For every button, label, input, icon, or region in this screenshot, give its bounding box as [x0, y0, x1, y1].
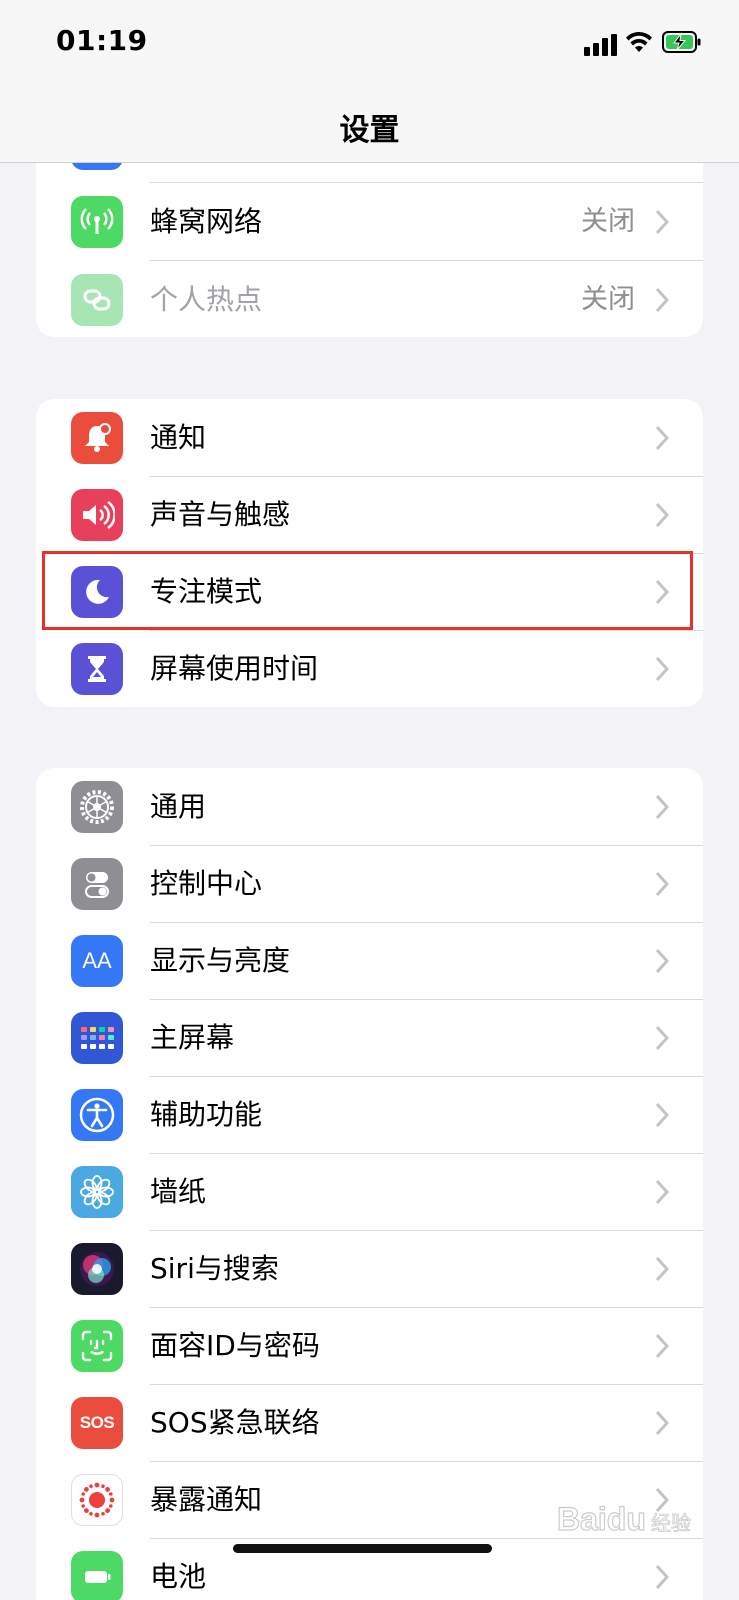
- flower-icon: [71, 1166, 123, 1218]
- chevron-right-icon: [655, 871, 669, 897]
- settings-row-hotspot[interactable]: 个人热点 关闭: [36, 261, 703, 337]
- settings-row-wallpaper[interactable]: 墙纸: [36, 1153, 703, 1231]
- chevron-right-icon: [655, 656, 669, 682]
- bell-icon: [71, 412, 123, 464]
- gear-icon: [71, 781, 123, 833]
- siri-icon: [71, 1243, 123, 1295]
- settings-row-screen-time[interactable]: 屏幕使用时间: [36, 630, 703, 707]
- sos-icon: SOS: [71, 1397, 123, 1449]
- svg-text:Baidu: Baidu: [557, 1501, 646, 1537]
- settings-row-general[interactable]: 通用: [36, 768, 703, 846]
- settings-row-label: 暴露通知: [150, 1483, 263, 1516]
- settings-row-label: SOS紧急联络: [150, 1406, 320, 1439]
- chevron-right-icon: [655, 1179, 669, 1205]
- settings-row-display[interactable]: AA 显示与亮度: [36, 922, 703, 1000]
- exposure-icon: [71, 1474, 123, 1526]
- settings-row-label: 声音与触感: [150, 498, 291, 531]
- settings-row-label: Siri与搜索: [150, 1252, 279, 1285]
- settings-row-sounds[interactable]: 声音与触感: [36, 476, 703, 554]
- chevron-right-icon: [655, 1256, 669, 1282]
- settings-row-label: 辅助功能: [150, 1098, 263, 1131]
- chevron-right-icon: [655, 794, 669, 820]
- settings-row-sos[interactable]: SOS SOS紧急联络: [36, 1384, 703, 1462]
- general-group: 通用 控制中心 AA 显示与亮度 主屏幕 辅助功能 墙纸 Siri与搜索 面容I…: [36, 768, 703, 1600]
- settings-row-label: 主屏幕: [150, 1021, 235, 1054]
- wifi-icon: [626, 31, 652, 52]
- page-title: 设置: [339, 113, 400, 148]
- toggles-icon: [71, 858, 123, 910]
- settings-row-home-screen[interactable]: 主屏幕: [36, 999, 703, 1077]
- speaker-icon: [71, 489, 123, 541]
- chevron-right-icon: [655, 948, 669, 974]
- text-size-icon-label: AA: [82, 948, 112, 973]
- settings-row-label: 个人热点: [150, 283, 263, 316]
- settings-row-label: 蜂窝网络: [150, 205, 263, 238]
- chevron-right-icon: [655, 209, 669, 235]
- cellular-icon: [71, 196, 123, 248]
- settings-row-label: 显示与亮度: [150, 944, 291, 977]
- settings-row-cellular[interactable]: 蜂窝网络 关闭: [36, 183, 703, 261]
- accessibility-icon: [71, 1089, 123, 1141]
- hourglass-icon: [71, 643, 123, 695]
- hotspot-icon: [71, 274, 123, 326]
- battery-charging-icon: [662, 31, 701, 53]
- text-size-icon: AA: [71, 935, 123, 987]
- settings-row-value: 关闭: [581, 284, 635, 315]
- face-id-icon: [71, 1320, 123, 1372]
- chevron-right-icon: [655, 287, 669, 313]
- settings-row-value: 关闭: [581, 206, 635, 237]
- settings-row-label: 面容ID与密码: [150, 1329, 320, 1362]
- settings-row-label: 通知: [150, 421, 207, 454]
- sos-icon-label: SOS: [79, 1413, 115, 1432]
- home-indicator[interactable]: [233, 1544, 492, 1553]
- settings-row-label: 通用: [150, 790, 207, 823]
- navigation-header: 01:19 设置: [0, 0, 739, 163]
- settings-row-siri[interactable]: Siri与搜索: [36, 1230, 703, 1308]
- svg-text:经验: 经验: [651, 1511, 691, 1535]
- settings-row-control-center[interactable]: 控制中心: [36, 845, 703, 923]
- chevron-right-icon: [655, 1410, 669, 1436]
- chevron-right-icon: [655, 1333, 669, 1359]
- settings-row-label: 屏幕使用时间: [150, 652, 319, 685]
- chevron-right-icon: [655, 502, 669, 528]
- baidu-watermark-logo: Baidu 经验: [556, 1500, 691, 1537]
- battery-icon: [71, 1551, 123, 1600]
- highlight-box: [42, 551, 693, 630]
- cellular-signal-icon: [584, 32, 618, 56]
- settings-row-face-id[interactable]: 面容ID与密码: [36, 1307, 703, 1385]
- settings-row-label: 控制中心: [150, 867, 263, 900]
- chevron-right-icon: [655, 1564, 669, 1590]
- chevron-right-icon: [655, 1025, 669, 1051]
- chevron-right-icon: [655, 425, 669, 451]
- settings-row-notifications[interactable]: 通知: [36, 399, 703, 477]
- settings-row-label: 电池: [150, 1560, 207, 1593]
- settings-row-accessibility[interactable]: 辅助功能: [36, 1076, 703, 1154]
- settings-row-label: 墙纸: [150, 1175, 207, 1208]
- chevron-right-icon: [655, 1102, 669, 1128]
- app-grid-icon: [71, 1012, 123, 1064]
- status-time: 01:19: [56, 24, 148, 57]
